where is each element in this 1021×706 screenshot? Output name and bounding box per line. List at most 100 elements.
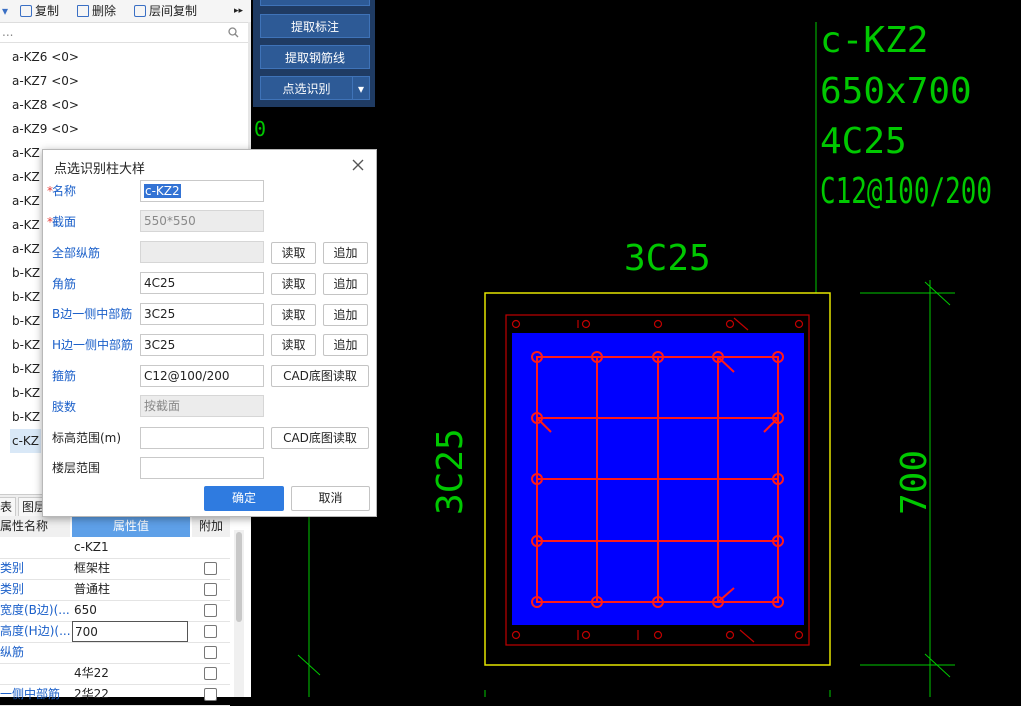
tree-item-label: b-KZ: [12, 362, 41, 376]
extra-checkbox[interactable]: [204, 604, 217, 617]
point-select-identify-button[interactable]: 点选识别: [260, 76, 353, 100]
name-input[interactable]: c-KZ2: [140, 180, 264, 202]
tree-item[interactable]: a-KZ7 <0>: [0, 69, 248, 93]
tree-item[interactable]: a-KZ9 <0>: [0, 117, 248, 141]
delete-button[interactable]: 删除: [77, 3, 116, 19]
cad-label-side-bars[interactable]: 3C25: [430, 428, 471, 515]
ribbon-button-top-clipped[interactable]: [260, 0, 370, 6]
floor-copy-button[interactable]: 层间复制: [134, 3, 197, 19]
extra-checkbox[interactable]: [204, 583, 217, 596]
tree-item[interactable]: a-KZ8 <0>: [0, 93, 248, 117]
extract-annotation-button[interactable]: 提取标注: [260, 14, 370, 38]
prop-name: 宽度(B边)(...: [0, 603, 70, 617]
add-corner-button[interactable]: 追加: [323, 273, 368, 295]
cad-label-dim-700[interactable]: 700: [894, 450, 935, 515]
field-label-legs: 肢数: [52, 400, 77, 414]
table-row: 纵筋: [0, 642, 230, 664]
tree-item-label: a-KZ7 <0>: [12, 74, 79, 88]
prop-value[interactable]: 框架柱: [72, 558, 190, 579]
field-label-section: * 截面: [47, 212, 77, 232]
prop-name: 类别: [0, 561, 25, 575]
copy-label: 复制: [35, 4, 60, 18]
prop-value[interactable]: 650: [72, 600, 190, 621]
cancel-button[interactable]: 取消: [291, 486, 370, 511]
field-label-h-mid: H边一侧中部筋: [52, 338, 134, 352]
close-icon[interactable]: [351, 158, 365, 172]
prop-value[interactable]: c-KZ1: [72, 537, 190, 558]
required-mark: *: [47, 215, 53, 229]
ok-button[interactable]: 确定: [204, 486, 284, 511]
tree-item-label: b-KZ: [12, 314, 41, 328]
field-label-name: * 名称: [47, 181, 76, 201]
table-row: 4华22: [0, 663, 230, 685]
table-row: 宽度(B边)(... 650: [0, 600, 230, 622]
corner-bars-input[interactable]: 4C25: [140, 272, 264, 294]
cad-read-stirrup-button[interactable]: CAD底图读取: [271, 365, 369, 387]
cad-label-corner[interactable]: 4C25: [820, 121, 907, 162]
elevation-range-input[interactable]: [140, 427, 264, 449]
tree-item[interactable]: a-KZ6 <0>: [0, 45, 248, 69]
cad-label-name[interactable]: c-KZ2: [820, 20, 928, 61]
read-corner-button[interactable]: 读取: [271, 273, 316, 295]
tree-item-label: b-KZ: [12, 290, 41, 304]
read-all-long-button[interactable]: 读取: [271, 242, 316, 264]
prop-name: 纵筋: [0, 645, 25, 659]
add-h-mid-button[interactable]: 追加: [323, 334, 368, 356]
legs-input: 按截面: [140, 395, 264, 417]
tree-item-label: b-KZ: [12, 410, 41, 424]
required-mark: *: [47, 184, 53, 198]
floor-range-input[interactable]: [140, 457, 264, 479]
tree-item-label: a-KZ: [12, 242, 40, 256]
field-label-floor: 楼层范围: [52, 461, 101, 475]
field-label-corner: 角筋: [52, 277, 77, 291]
read-h-mid-button[interactable]: 读取: [271, 334, 316, 356]
search-icon[interactable]: [228, 27, 239, 38]
property-scrollbar-thumb[interactable]: [236, 532, 242, 622]
prop-value[interactable]: 4华22: [72, 663, 190, 684]
toolbar-more-icon[interactable]: ▸▸: [234, 3, 243, 19]
tab-properties[interactable]: 表: [0, 497, 17, 517]
extra-checkbox[interactable]: [204, 667, 217, 680]
all-long-bars-input: [140, 241, 264, 263]
tree-item-label: b-KZ: [12, 386, 41, 400]
prop-value[interactable]: 普通柱: [72, 579, 190, 600]
extra-checkbox[interactable]: [204, 646, 217, 659]
search-input[interactable]: ...: [0, 24, 248, 43]
extract-rebar-line-button[interactable]: 提取钢筋线: [260, 45, 370, 69]
read-b-mid-button[interactable]: 读取: [271, 304, 316, 326]
prop-name: 一侧中部筋: [0, 687, 61, 701]
header-prop-extra: 附加: [192, 516, 230, 537]
field-label-all-long: 全部纵筋: [52, 246, 101, 260]
tree-item-label: b-KZ: [12, 338, 41, 352]
add-b-mid-button[interactable]: 追加: [323, 304, 368, 326]
prop-value[interactable]: [72, 642, 190, 663]
prop-value[interactable]: 2华22: [72, 684, 190, 705]
field-label-b-mid: B边一侧中部筋: [52, 307, 133, 321]
cad-label-top-bars[interactable]: 3C25: [624, 238, 711, 279]
extra-checkbox[interactable]: [204, 688, 217, 701]
property-table-header: 属性名称 属性值 附加: [0, 516, 230, 537]
prop-value-editing[interactable]: 700: [72, 621, 188, 642]
cad-label-stirrup[interactable]: C12@100/200: [820, 171, 992, 212]
stirrup-input[interactable]: C12@100/200: [140, 365, 264, 387]
cad-read-elevation-button[interactable]: CAD底图读取: [271, 427, 369, 449]
prop-name: 高度(H边)(...: [0, 624, 70, 638]
tree-item-label: a-KZ: [12, 218, 40, 232]
table-row: 高度(H边)(... 700: [0, 621, 230, 643]
copy-icon: [20, 5, 32, 17]
tree-item-label: a-KZ6 <0>: [12, 50, 79, 64]
h-mid-bars-input[interactable]: 3C25: [140, 334, 264, 356]
table-row: 类别 普通柱: [0, 579, 230, 601]
chevron-down-icon[interactable]: ▾: [352, 76, 370, 100]
extra-checkbox[interactable]: [204, 625, 217, 638]
tree-item-label: b-KZ: [12, 266, 41, 280]
copy-button[interactable]: 复制: [20, 3, 59, 19]
cad-label-size[interactable]: 650x700: [820, 71, 972, 112]
floor-copy-label: 层间复制: [149, 4, 198, 18]
extra-checkbox[interactable]: [204, 562, 217, 575]
add-all-long-button[interactable]: 追加: [323, 242, 368, 264]
field-label-stirrup: 箍筋: [52, 369, 77, 383]
toolbar-left-edge: ▾: [2, 4, 9, 18]
b-mid-bars-input[interactable]: 3C25: [140, 303, 264, 325]
label-text: 截面: [52, 215, 77, 229]
